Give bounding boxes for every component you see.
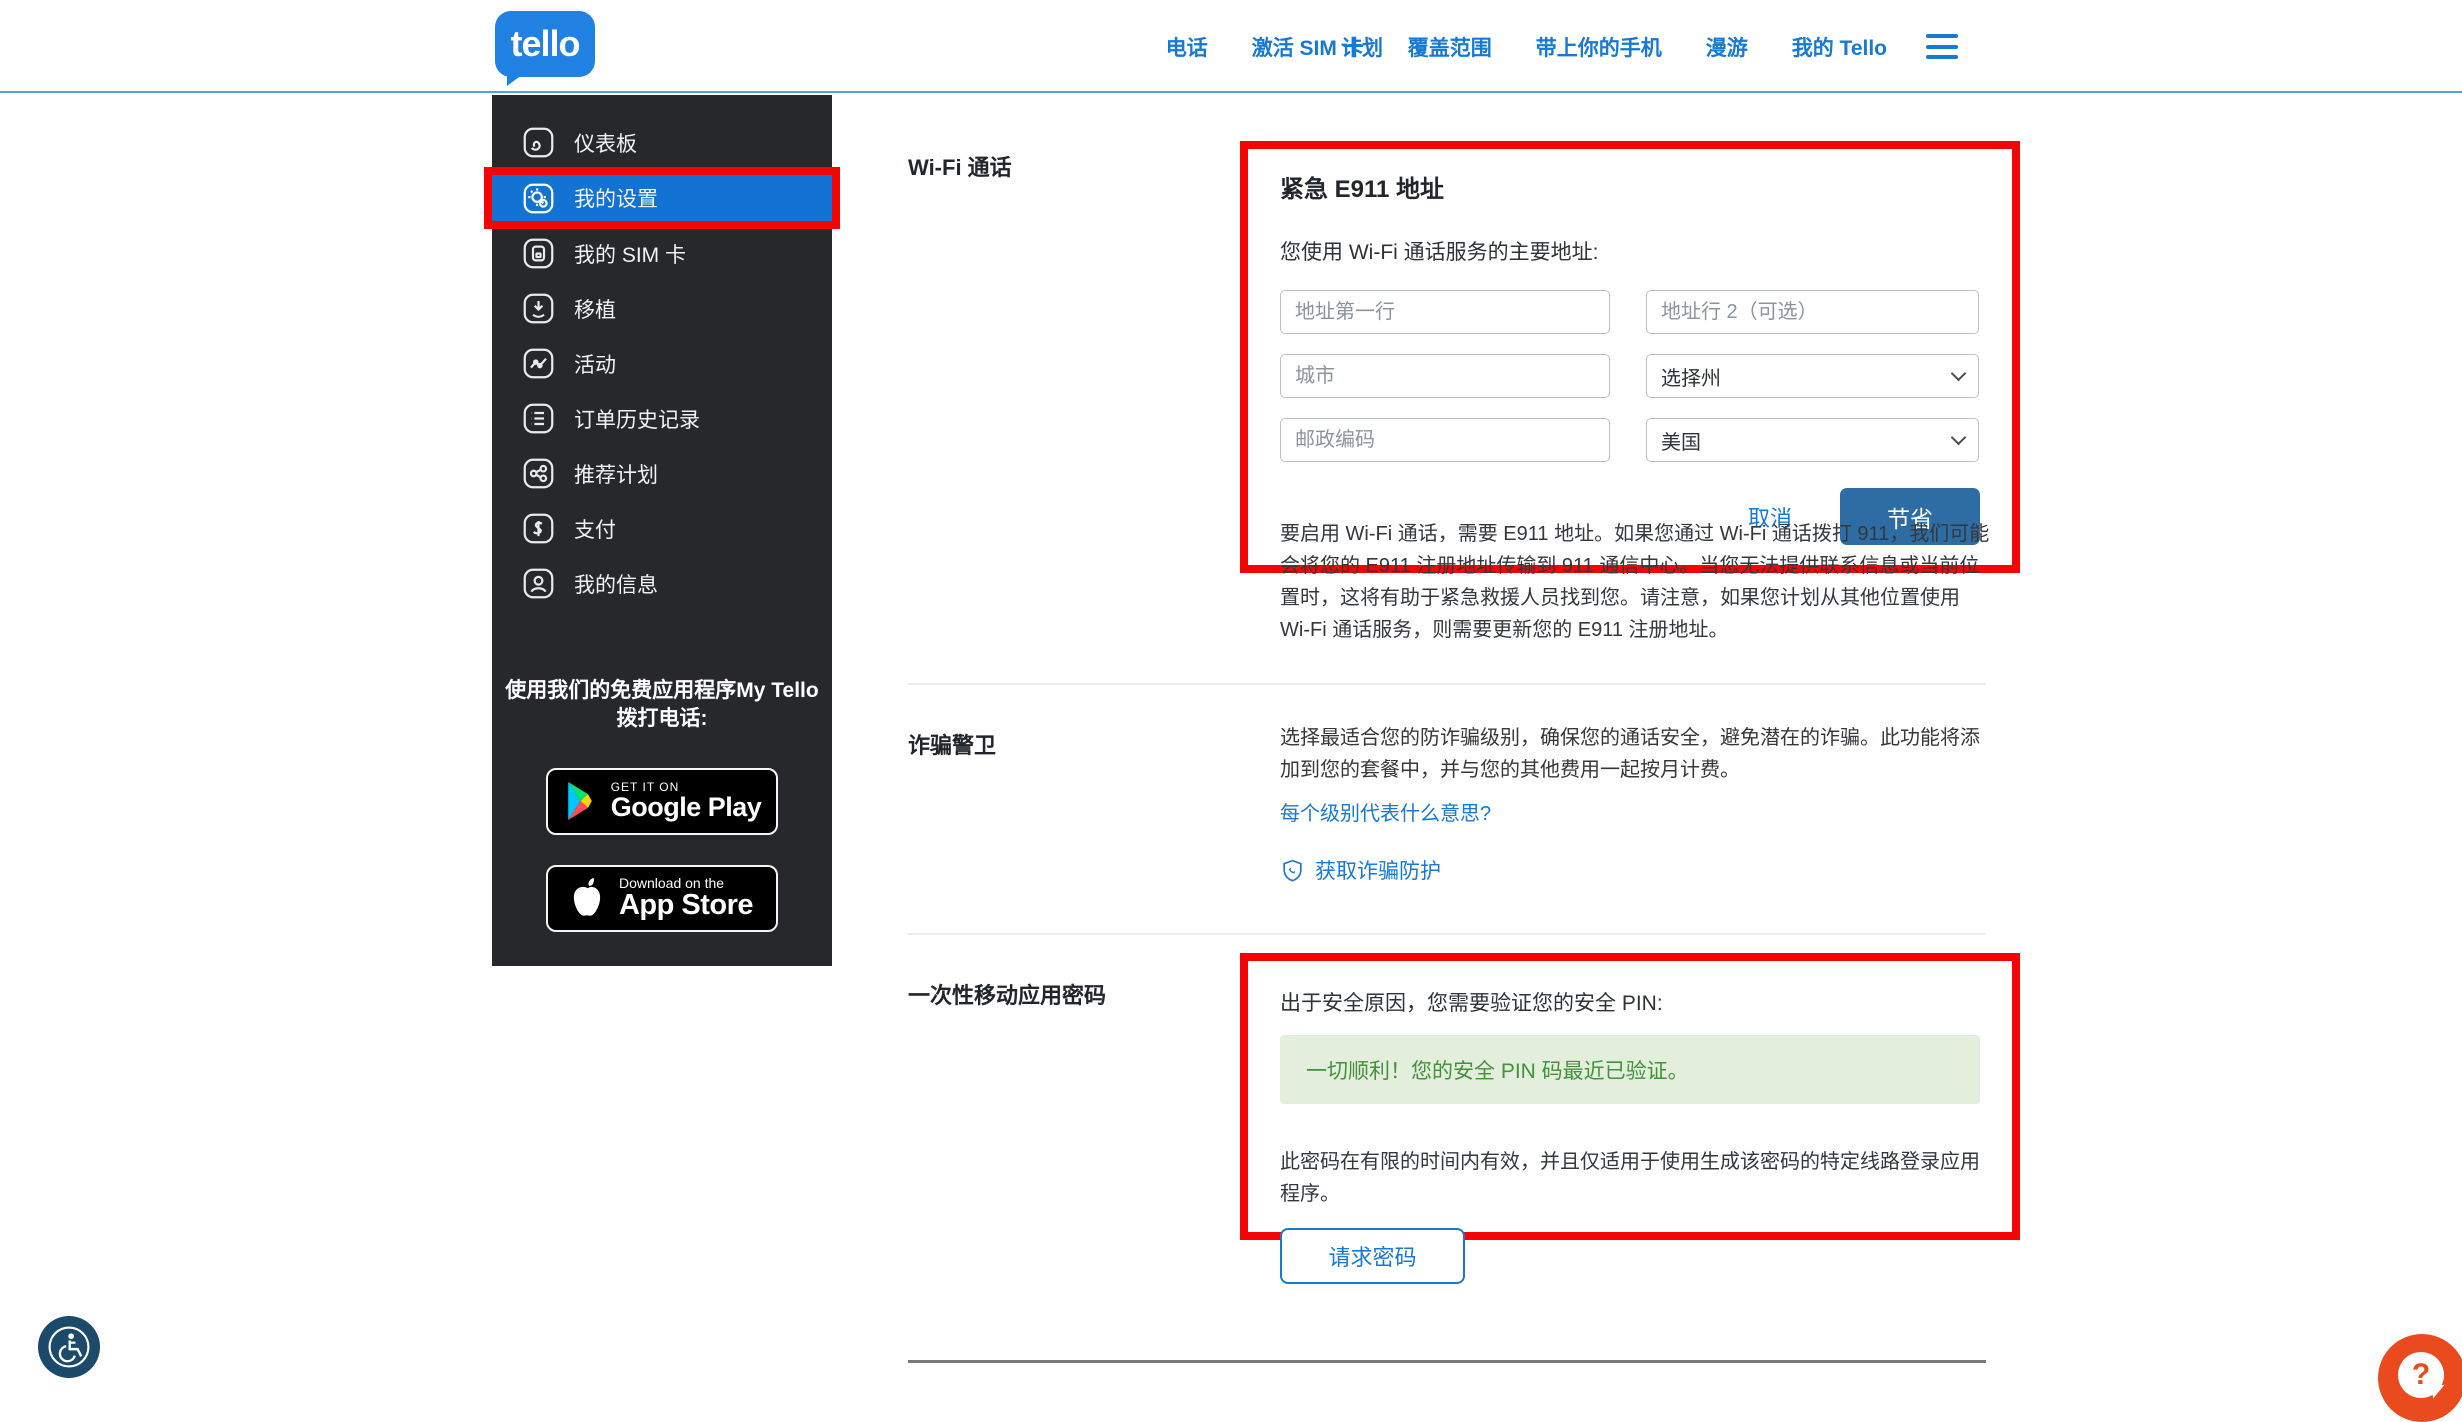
nav-plans[interactable]: 计划 xyxy=(1341,0,1383,93)
pin-verified-success-text: 一切顺利！您的安全 PIN 码最近已验证。 xyxy=(1306,1055,1689,1085)
sidebar-item-label: 移植 xyxy=(574,294,616,324)
main-nav: 计划 电话 激活 SIM 卡 覆盖范围 带上你的手机 漫游 我的 Tello xyxy=(1166,0,1887,93)
pin-verification-prompt: 出于安全原因，您需要验证您的安全 PIN: xyxy=(1280,987,1980,1017)
sidebar-item-activity[interactable]: 活动 xyxy=(492,336,832,391)
sidebar-item-my-sim[interactable]: 我的 SIM 卡 xyxy=(492,226,832,281)
order-history-icon xyxy=(522,402,555,435)
content-bottom-rule xyxy=(908,1360,1986,1363)
question-mark: ? xyxy=(2412,1358,2430,1392)
e911-address-prompt: 您使用 Wi-Fi 通话服务的主要地址: xyxy=(1280,236,1980,266)
sidebar-item-my-info[interactable]: 我的信息 xyxy=(492,556,832,611)
country-select[interactable]: 美国 xyxy=(1646,418,1979,462)
chevron-down-icon xyxy=(1951,430,1967,446)
google-play-icon xyxy=(563,782,597,820)
app-promo-text: 使用我们的免费应用程序My Tello拨打电话: xyxy=(502,677,822,734)
badge-tagline: Download on the xyxy=(619,876,753,891)
address-line2-input[interactable] xyxy=(1646,290,1979,334)
otp-section-label: 一次性移动应用密码 xyxy=(908,978,1106,1010)
activity-icon xyxy=(522,347,555,380)
address-line1-input[interactable] xyxy=(1280,290,1610,334)
settings-icon xyxy=(522,182,555,215)
port-in-icon xyxy=(522,292,555,325)
badge-store-name: Google Play xyxy=(611,793,762,821)
shield-icon xyxy=(1280,858,1305,883)
nav-bring-your-phone[interactable]: 带上你的手机 xyxy=(1536,32,1662,62)
sidebar-item-label: 活动 xyxy=(574,349,616,379)
sim-card-icon xyxy=(522,237,555,270)
my-info-person-icon xyxy=(522,567,555,600)
chevron-down-icon xyxy=(1951,366,1967,382)
payments-icon xyxy=(522,512,555,545)
sidebar-item-label: 订单历史记录 xyxy=(574,404,700,434)
my-tello-brand: My Tello xyxy=(736,679,818,702)
nav-my-tello[interactable]: 我的 Tello xyxy=(1792,32,1887,62)
sidebar-item-payments[interactable]: 支付 xyxy=(492,501,832,556)
sidebar-item-label: 支付 xyxy=(574,514,616,544)
sidebar-item-label: 仪表板 xyxy=(574,128,637,158)
scam-guard-section-label: 诈骗警卫 xyxy=(908,728,996,760)
pin-verified-success-alert: 一切顺利！您的安全 PIN 码最近已验证。 xyxy=(1280,1035,1980,1104)
wifi-calling-section-label: Wi-Fi 通话 xyxy=(908,150,1012,182)
question-mark-bubble-icon: ? xyxy=(2398,1352,2444,1398)
zip-code-input[interactable] xyxy=(1280,418,1610,462)
e911-address-form: 选择州 美国 xyxy=(1280,290,1980,462)
nav-coverage[interactable]: 覆盖范围 xyxy=(1408,32,1492,62)
scam-levels-link[interactable]: 每个级别代表什么意思? xyxy=(1280,797,1491,826)
state-select[interactable]: 选择州 xyxy=(1646,354,1979,398)
wheelchair-accessibility-icon xyxy=(46,1324,92,1370)
sidebar-item-label: 我的设置 xyxy=(574,183,658,213)
referral-share-icon xyxy=(522,457,555,490)
sidebar-item-label: 我的 SIM 卡 xyxy=(574,239,686,269)
badge-store-name: App Store xyxy=(619,890,753,920)
state-select-value: 选择州 xyxy=(1661,362,1721,391)
get-scam-protection-label: 获取诈骗防护 xyxy=(1315,855,1441,885)
sidebar-item-label: 我的信息 xyxy=(574,569,658,599)
otp-validity-note: 此密码在有限的时间内有效，并且仅适用于使用生成该密码的特定线路登录应用程序。 xyxy=(1280,1146,1986,1210)
section-divider xyxy=(908,933,1986,935)
section-divider xyxy=(908,683,1986,685)
tello-logo-text: tello xyxy=(510,23,579,65)
nav-roaming[interactable]: 漫游 xyxy=(1706,32,1748,62)
sidebar-item-my-settings[interactable]: 我的设置 xyxy=(492,175,832,221)
accessibility-widget-button[interactable] xyxy=(38,1316,100,1378)
get-scam-protection-link[interactable]: 获取诈骗防护 xyxy=(1280,855,1441,885)
dashboard-icon xyxy=(522,126,555,159)
country-select-value: 美国 xyxy=(1661,426,1701,455)
google-play-badge[interactable]: GET IT ON Google Play xyxy=(546,768,778,835)
account-sidebar: 仪表板 我的设置 我的 SIM 卡 移植 活动 订单历史记录 xyxy=(492,95,832,966)
top-header: tello 计划 电话 激活 SIM 卡 覆盖范围 带上你的手机 漫游 我的 T… xyxy=(0,0,2462,93)
hamburger-menu-icon[interactable] xyxy=(1926,34,1958,59)
e911-explanation-text: 要启用 Wi-Fi 通话，需要 E911 地址。如果您通过 Wi-Fi 通话拨打… xyxy=(1280,518,1992,646)
sidebar-item-label: 推荐计划 xyxy=(574,459,658,489)
e911-address-panel: 紧急 E911 地址 您使用 Wi-Fi 通话服务的主要地址: 选择州 美国 取… xyxy=(1240,141,2020,573)
city-input[interactable] xyxy=(1280,354,1610,398)
sidebar-item-referral[interactable]: 推荐计划 xyxy=(492,446,832,501)
scam-guard-description: 选择最适合您的防诈骗级别，确保您的通话安全，避免潜在的诈骗。此功能将添加到您的套… xyxy=(1280,722,1986,786)
apple-icon xyxy=(571,878,605,918)
app-store-badge[interactable]: Download on the App Store xyxy=(546,865,778,932)
help-chat-button[interactable]: ? xyxy=(2378,1334,2462,1422)
tello-logo[interactable]: tello xyxy=(495,11,595,77)
otp-panel: 出于安全原因，您需要验证您的安全 PIN: 一切顺利！您的安全 PIN 码最近已… xyxy=(1240,953,2020,1240)
sidebar-item-dashboard[interactable]: 仪表板 xyxy=(492,115,832,170)
e911-panel-title: 紧急 E911 地址 xyxy=(1280,169,1980,204)
nav-phones[interactable]: 电话 xyxy=(1166,32,1208,62)
sidebar-item-porting[interactable]: 移植 xyxy=(492,281,832,336)
request-password-button[interactable]: 请求密码 xyxy=(1280,1228,1465,1284)
sidebar-item-order-history[interactable]: 订单历史记录 xyxy=(492,391,832,446)
